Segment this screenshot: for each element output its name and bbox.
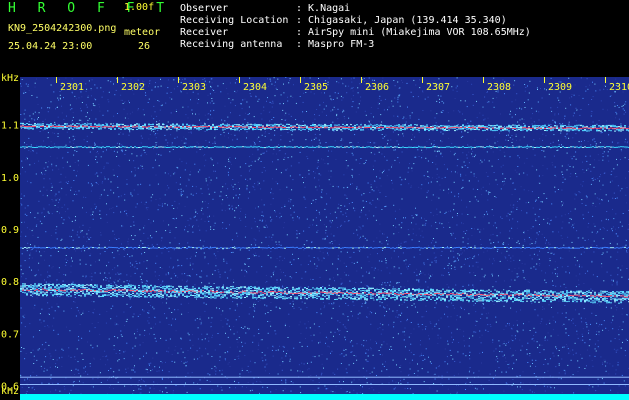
time-tick-2310	[605, 77, 606, 83]
info-value-location: : Chigasaki, Japan (139.414 35.340)	[296, 15, 507, 26]
filename-label: KN9_2504242300.png	[8, 23, 117, 34]
time-label-2307: 2307	[426, 82, 450, 93]
freq-unit-label-bottom: kHz	[1, 386, 20, 397]
time-tick-2307	[422, 77, 423, 83]
time-label-2306: 2306	[365, 82, 389, 93]
time-label-2309: 2309	[548, 82, 572, 93]
time-tick-2306	[361, 77, 362, 83]
meteor-count: 26	[138, 41, 151, 52]
datetime-label: 25.04.24 23:00	[8, 41, 93, 52]
time-label-2305: 2305	[304, 82, 328, 93]
info-value-antenna: : Maspro FM-3	[296, 39, 375, 50]
time-tick-2308	[483, 77, 484, 83]
reference-line-1	[20, 376, 629, 378]
time-tick-2302	[117, 77, 118, 83]
info-value-observer: : K.Nagai	[296, 3, 351, 14]
spectrogram-waterfall: 2301 2302 2303 2304 2305 2306 2307 2308 2309 2310	[20, 77, 629, 400]
info-key-location: Receiving Location	[180, 15, 289, 26]
meteor-label: meteor	[124, 27, 161, 38]
reference-line-2	[20, 384, 629, 386]
version-label: 1.00f	[124, 2, 155, 13]
info-value-receiver: : AirSpy mini (Miakejima VOR 108.65MHz)	[296, 27, 531, 38]
info-key-observer: Observer	[180, 3, 229, 14]
info-key-antenna: Receiving antenna	[180, 39, 283, 50]
baseline-strip	[20, 394, 629, 400]
time-label-2308: 2308	[487, 82, 511, 93]
freq-label-0.8: 0.8	[1, 277, 19, 288]
time-tick-2301	[56, 77, 57, 83]
frequency-axis: 1.11.00.90.80.70.6	[1, 121, 19, 393]
freq-label-1.0: 1.0	[1, 173, 19, 184]
time-label-2310: 2310	[609, 82, 629, 93]
freq-label-0.9: 0.9	[1, 225, 19, 236]
time-tick-2304	[239, 77, 240, 83]
time-tick-2305	[300, 77, 301, 83]
time-label-2304: 2304	[243, 82, 267, 93]
time-label-2301: 2301	[60, 82, 84, 93]
time-label-2302: 2302	[121, 82, 145, 93]
time-tick-2303	[178, 77, 179, 83]
info-key-receiver: Receiver	[180, 27, 229, 38]
freq-label-0.7: 0.7	[1, 329, 19, 340]
time-tick-2309	[544, 77, 545, 83]
freq-label-1.1: 1.1	[1, 121, 19, 132]
time-label-2303: 2303	[182, 82, 206, 93]
